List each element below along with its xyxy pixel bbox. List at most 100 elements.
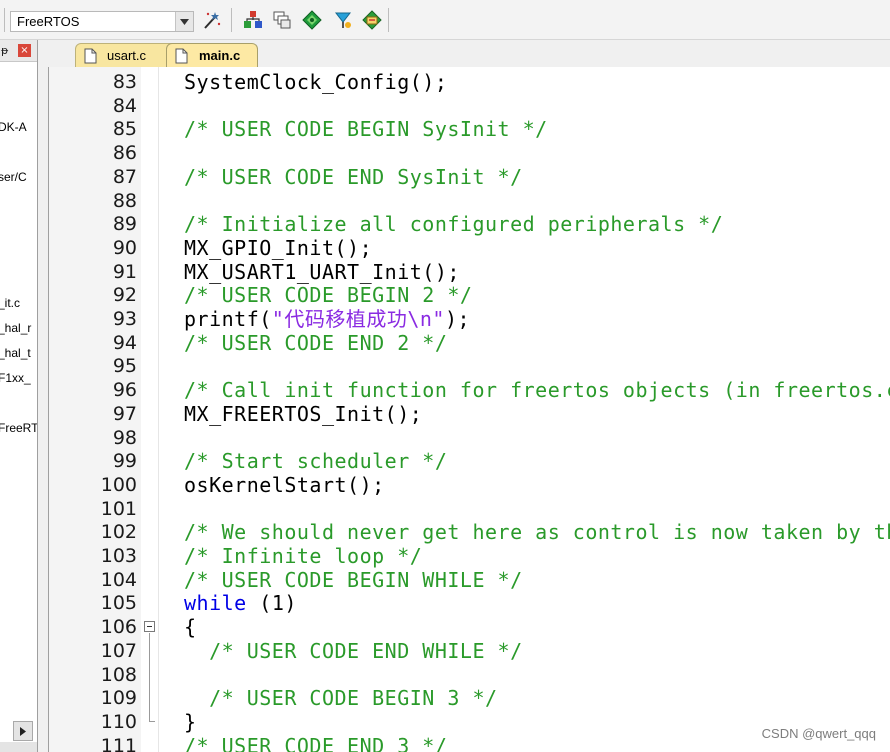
project-tree-item[interactable]: _it.c [0,296,20,310]
file-icon [175,48,188,68]
target-select[interactable]: FreeRTOS [10,11,194,32]
code-line[interactable]: /* USER CODE END 2 */ [184,331,447,355]
fold-guide [149,633,150,721]
code-token-comment: /* USER CODE END 3 */ [184,733,448,752]
line-number: 84 [112,94,137,117]
project-tree-item[interactable]: _hal_r [0,321,31,335]
code-line[interactable]: osKernelStart(); [184,473,385,497]
project-tree-item[interactable]: F1xx_ [0,371,31,385]
project-tree-item[interactable]: DK-A [0,120,27,134]
project-tree-item[interactable]: FreeRT [0,421,37,435]
code-line[interactable]: printf("代码移植成功\n"); [184,307,470,331]
fold-toggle-icon[interactable] [144,621,155,632]
line-number: 96 [112,379,137,402]
line-number: 86 [112,142,137,165]
line-number: 89 [112,213,137,236]
code-token-str: "代码移植成功\n" [271,307,445,331]
manage-run-time-environment-icon[interactable] [362,10,382,30]
tab-label: main.c [199,48,241,63]
fold-guide-end [149,721,155,722]
code-line[interactable]: /* Infinite loop */ [184,544,422,568]
line-number: 103 [100,545,137,567]
code-token-fn: ( [246,591,272,616]
line-number: 94 [112,331,137,354]
options-for-target-icon[interactable] [202,10,222,30]
code-token-fn: MX_USART1_UART_Init(); [184,259,460,284]
project-pane: ᵽ × DK-A ser/C _it.c _hal_r _hal_t F1xx_… [0,40,38,752]
code-line[interactable]: /* We should never get here as control i… [184,520,890,544]
code-line[interactable]: /* USER CODE END WHILE */ [184,639,523,663]
close-pane-icon[interactable]: × [18,44,31,57]
code-line[interactable]: { [184,615,197,639]
line-number: 104 [100,568,137,591]
code-line[interactable]: MX_USART1_UART_Init(); [184,260,460,284]
code-token-comment: /* Call init function for freertos objec… [184,378,890,403]
line-number: 102 [100,521,137,544]
code-token-comment: /* USER CODE END SysInit */ [184,164,523,189]
line-number: 108 [100,663,137,686]
line-number-gutter: 83 84 85 86 87 88 89 90 91 92 93 94 95 96 97 98 99 100 101… [49,67,141,752]
code-token-fn: } [184,709,197,734]
code-token-fn: MX_GPIO_Init(); [184,235,373,260]
project-tree-item[interactable]: ser/C [0,170,27,184]
code-token-comment: /* USER CODE BEGIN SysInit */ [184,117,548,142]
code-token-comment: /* We should never get here as control i… [184,520,890,545]
code-line[interactable]: /* USER CODE END 3 */ [184,734,447,752]
manage-components-icon[interactable] [243,10,263,30]
code-line[interactable]: /* Start scheduler */ [184,449,447,473]
toolbar-separator [231,8,232,32]
line-number: 93 [112,308,137,330]
code-line[interactable]: /* Call init function for freertos objec… [184,378,890,402]
line-number: 85 [112,118,137,141]
pin-icon[interactable]: ᵽ [1,44,8,57]
target-dropdown-icon[interactable] [175,12,193,31]
code-editor[interactable]: 83 84 85 86 87 88 89 90 91 92 93 94 95 96 97 98 99 100 101… [48,67,890,752]
tab-main-c[interactable]: main.c [166,43,258,67]
code-line[interactable]: /* USER CODE BEGIN SysInit */ [184,117,548,141]
code-line[interactable]: SystemClock_Config(); [184,70,447,94]
line-number: 107 [100,639,137,662]
line-number: 97 [112,402,137,425]
line-number: 100 [100,473,137,496]
code-line[interactable]: MX_FREERTOS_Init(); [184,402,422,426]
scroll-right-button[interactable] [13,721,33,741]
select-packs-icon[interactable] [272,10,292,30]
code-line[interactable]: while (1) [184,591,297,615]
editor-tab-strip: usart.c main.c [39,40,890,67]
code-line[interactable]: /* USER CODE BEGIN 3 */ [184,686,498,710]
pack-installer-icon[interactable] [302,10,322,30]
code-token-fn: SystemClock_Config(); [184,70,448,94]
code-token-num: 1 [271,591,285,616]
line-number: 111 [100,734,137,752]
tab-label: usart.c [107,48,147,63]
project-tree-item[interactable]: _hal_t [0,346,31,360]
horizontal-scrollbar[interactable] [0,742,37,752]
build-toolbar: FreeRTOS [0,0,890,40]
rte-icon[interactable] [333,10,353,30]
code-token-comment: /* USER CODE BEGIN 2 */ [184,283,473,308]
target-name: FreeRTOS [17,14,80,29]
code-line[interactable]: /* USER CODE BEGIN WHILE */ [184,568,523,592]
line-number: 90 [112,236,137,259]
line-number: 105 [100,592,137,615]
line-number: 91 [112,260,137,283]
code-line[interactable]: /* USER CODE END SysInit */ [184,165,523,189]
line-number: 109 [100,687,137,710]
line-number: 92 [112,284,137,307]
code-token-fn: MX_FREERTOS_Init(); [184,401,423,426]
code-line[interactable]: /* Initialize all configured peripherals… [184,212,723,236]
line-number: 87 [112,165,137,188]
line-number: 99 [112,450,137,473]
line-number: 88 [112,189,137,212]
project-pane-header: ᵽ × [0,40,37,62]
code-line[interactable]: /* USER CODE BEGIN 2 */ [184,283,472,307]
code-token-comment: /* Infinite loop */ [184,544,423,568]
code-token-comment: /* Initialize all configured peripherals… [184,212,724,237]
code-token-comment: /* Start scheduler */ [184,449,448,474]
line-number: 95 [112,355,137,378]
line-number: 98 [112,426,137,449]
code-line[interactable]: } [184,710,197,734]
code-line[interactable]: MX_GPIO_Init(); [184,236,372,260]
gutter-separator [158,67,159,752]
line-number: 101 [100,497,137,520]
